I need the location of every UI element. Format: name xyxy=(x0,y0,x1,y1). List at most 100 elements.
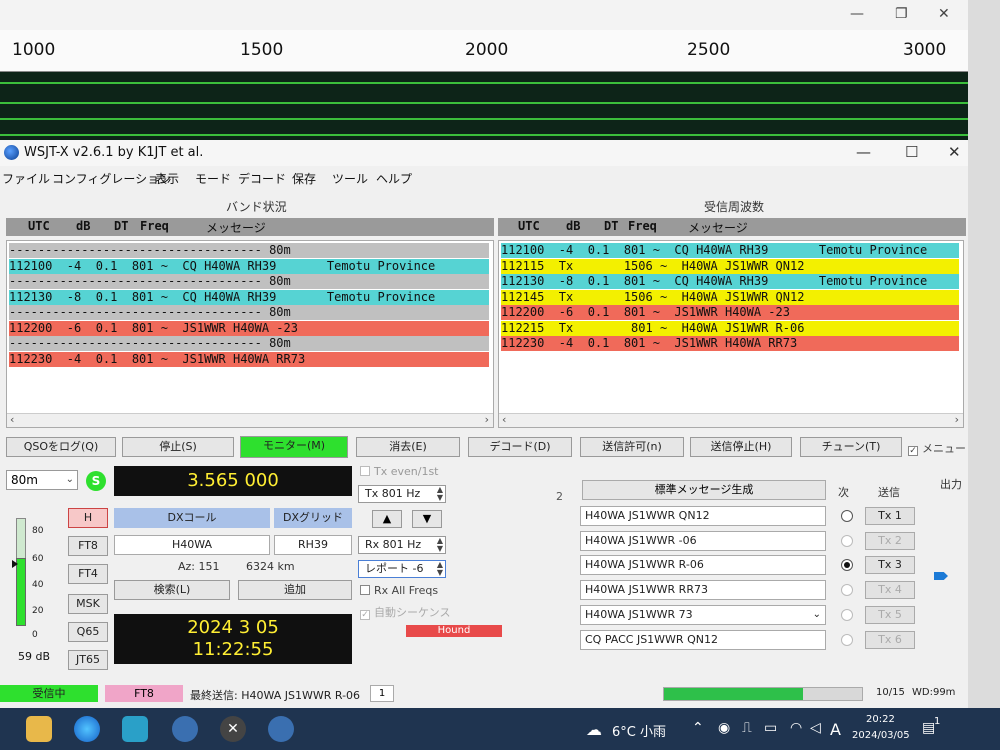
taskbar-time[interactable]: 20:22 xyxy=(866,714,895,725)
tx-even-checkbox[interactable]: Tx even/1st xyxy=(360,465,439,478)
decode-row[interactable]: 112100 -4 0.1 801 ~ CQ H40WA RH39 Temotu… xyxy=(501,243,959,258)
edge-browser-icon[interactable] xyxy=(74,716,100,742)
mode-q65-button[interactable]: Q65 xyxy=(68,622,108,642)
menu-save[interactable]: 保存 xyxy=(292,170,316,187)
speaker-icon[interactable]: ◁ xyxy=(810,720,821,736)
log-qso-button[interactable]: QSOをログ(Q) xyxy=(6,437,116,457)
menu-mode[interactable]: モード xyxy=(195,170,231,187)
weather-text[interactable]: 6°C 小雨 xyxy=(612,721,666,740)
menu-help[interactable]: ヘルプ xyxy=(376,170,412,187)
menu-tools[interactable]: ツール xyxy=(332,170,368,187)
tx5-radio[interactable] xyxy=(841,609,853,621)
mode-msk-button[interactable]: MSK xyxy=(68,594,108,614)
tx2-radio[interactable] xyxy=(841,535,853,547)
mode-ft8-button[interactable]: FT8 xyxy=(68,536,108,556)
dx-grid-input[interactable]: RH39 xyxy=(274,535,352,555)
spin-arrows-icon[interactable]: ▲ ▼ xyxy=(437,561,443,577)
waterfall-spectrum[interactable] xyxy=(0,72,968,150)
tx-frequency-spinbox[interactable]: Tx 801 Hz ▲ ▼ xyxy=(358,485,446,503)
tx2-button[interactable]: Tx 2 xyxy=(865,532,915,550)
spin-arrows-icon[interactable]: ▲ ▼ xyxy=(437,537,443,553)
report-spinbox[interactable]: レポート -6 ▲ ▼ xyxy=(358,560,446,578)
tune-button[interactable]: チューン(T) xyxy=(800,437,902,457)
menu-file[interactable]: ファイル xyxy=(2,170,50,187)
mode-jt65-button[interactable]: JT65 xyxy=(68,650,108,670)
s-status-badge[interactable]: S xyxy=(86,471,106,491)
menu-view[interactable]: 表示 xyxy=(155,170,179,187)
decode-row[interactable]: 112130 -8 0.1 801 ~ CQ H40WA RH39 Temotu… xyxy=(501,274,959,289)
close-icon[interactable]: ✕ xyxy=(948,143,961,161)
tx1-message-field[interactable]: H40WA JS1WWR QN12 xyxy=(580,506,826,526)
tx4-radio[interactable] xyxy=(841,584,853,596)
dx-call-input[interactable]: H40WA xyxy=(114,535,270,555)
rx-frequency-list[interactable]: ‹ › 112100 -4 0.1 801 ~ CQ H40WA RH39 Te… xyxy=(498,240,964,428)
generate-messages-button[interactable]: 標準メッセージ生成 xyxy=(582,480,826,500)
x-app-icon[interactable]: ✕ xyxy=(220,716,246,742)
output-slider-handle[interactable] xyxy=(934,572,948,580)
decode-row[interactable]: 112230 -4 0.1 801 ~ JS1WWR H40WA RR73 xyxy=(501,336,959,351)
scroll-right-icon[interactable]: › xyxy=(485,413,489,426)
tx1-radio[interactable] xyxy=(841,510,853,522)
wsjtx-taskbar-icon[interactable] xyxy=(268,716,294,742)
lookup-button[interactable]: 検索(L) xyxy=(114,580,230,600)
tx1-button[interactable]: Tx 1 xyxy=(865,507,915,525)
restore-icon[interactable]: ❐ xyxy=(895,6,908,22)
erase-button[interactable]: 消去(E) xyxy=(356,437,460,457)
stop-button[interactable]: 停止(S) xyxy=(122,437,234,457)
band-separator-row[interactable]: ----------------------------------- 80m xyxy=(9,305,489,320)
wsjtx-taskbar-icon[interactable] xyxy=(172,716,198,742)
minimize-icon[interactable]: — xyxy=(856,143,871,161)
tab-label[interactable]: 2 xyxy=(556,490,563,503)
battery-icon[interactable]: ▭ xyxy=(764,720,777,736)
menu-decode[interactable]: デコード xyxy=(238,170,286,187)
menu-configuration[interactable]: コンフィグレーション xyxy=(52,170,171,187)
scroll-left-icon[interactable]: ‹ xyxy=(502,413,506,426)
decode-row[interactable]: 112200 -6 0.1 801 ~ JS1WWR H40WA -23 xyxy=(501,305,959,320)
tx5-button[interactable]: Tx 5 xyxy=(865,606,915,624)
band-activity-list[interactable]: ‹ › ----------------------------------- … xyxy=(6,240,494,428)
set-rx-to-tx-button[interactable]: ▼ xyxy=(412,510,442,528)
halt-tx-button[interactable]: 送信停止(H) xyxy=(690,437,792,457)
spin-arrows-icon[interactable]: ▲ ▼ xyxy=(437,486,443,502)
decode-row[interactable]: 112115 Tx 1506 ~ H40WA JS1WWR QN12 xyxy=(501,258,959,274)
close-icon[interactable]: ✕ xyxy=(938,6,950,22)
rx-all-freqs-checkbox[interactable]: Rx All Freqs xyxy=(360,584,438,597)
decode-button[interactable]: デコード(D) xyxy=(468,437,572,457)
decode-row[interactable]: 112130 -8 0.1 801 ~ CQ H40WA RH39 Temotu… xyxy=(9,289,489,305)
tx3-radio[interactable] xyxy=(841,559,853,571)
chevron-up-icon[interactable]: ⌃ xyxy=(692,720,704,736)
rx-frequency-spinbox[interactable]: Rx 801 Hz ▲ ▼ xyxy=(358,536,446,554)
set-tx-to-rx-button[interactable]: ▲ xyxy=(372,510,402,528)
tx3-message-field[interactable]: H40WA JS1WWR R-06 xyxy=(580,555,826,575)
tx6-message-field[interactable]: CQ PACC JS1WWR QN12 xyxy=(580,630,826,650)
tx6-radio[interactable] xyxy=(841,634,853,646)
decode-row[interactable]: 112100 -4 0.1 801 ~ CQ H40WA RH39 Temotu… xyxy=(9,258,489,274)
mode-ft4-button[interactable]: FT4 xyxy=(68,564,108,584)
mic-icon[interactable]: ◉ xyxy=(718,720,730,736)
band-select[interactable]: 80m ⌄ xyxy=(6,470,78,490)
band-separator-row[interactable]: ----------------------------------- 80m xyxy=(9,274,489,289)
scroll-left-icon[interactable]: ‹ xyxy=(10,413,14,426)
app-icon[interactable] xyxy=(122,716,148,742)
taskbar-date[interactable]: 2024/03/05 xyxy=(852,730,910,741)
decode-row[interactable]: 112215 Tx 801 ~ H40WA JS1WWR R-06 xyxy=(501,320,959,336)
usb-icon[interactable]: ⎍ xyxy=(742,720,752,736)
scroll-right-icon[interactable]: › xyxy=(955,413,959,426)
h-button[interactable]: H xyxy=(68,508,108,528)
enable-tx-button[interactable]: 送信許可(n) xyxy=(580,437,684,457)
file-explorer-icon[interactable] xyxy=(26,716,52,742)
decode-row[interactable]: 112145 Tx 1506 ~ H40WA JS1WWR QN12 xyxy=(501,289,959,305)
wifi-icon[interactable]: ◠ xyxy=(790,720,802,736)
tx4-button[interactable]: Tx 4 xyxy=(865,581,915,599)
band-separator-row[interactable]: ----------------------------------- 80m xyxy=(9,336,489,351)
tx4-message-field[interactable]: H40WA JS1WWR RR73 xyxy=(580,580,826,600)
minimize-icon[interactable]: — xyxy=(850,6,864,22)
monitor-button[interactable]: モニター(M) xyxy=(240,436,348,458)
decode-row[interactable]: 112200 -6 0.1 801 ~ JS1WWR H40WA -23 xyxy=(9,320,489,336)
tx5-message-select[interactable]: H40WA JS1WWR 73 ⌄ xyxy=(580,605,826,625)
horizontal-scrollbar[interactable]: ‹ › xyxy=(499,413,963,427)
add-button[interactable]: 追加 xyxy=(238,580,352,600)
auto-seq-checkbox[interactable]: ✓ 自動シーケンス xyxy=(360,604,450,620)
tx6-button[interactable]: Tx 6 xyxy=(865,631,915,649)
tx2-message-field[interactable]: H40WA JS1WWR -06 xyxy=(580,531,826,551)
